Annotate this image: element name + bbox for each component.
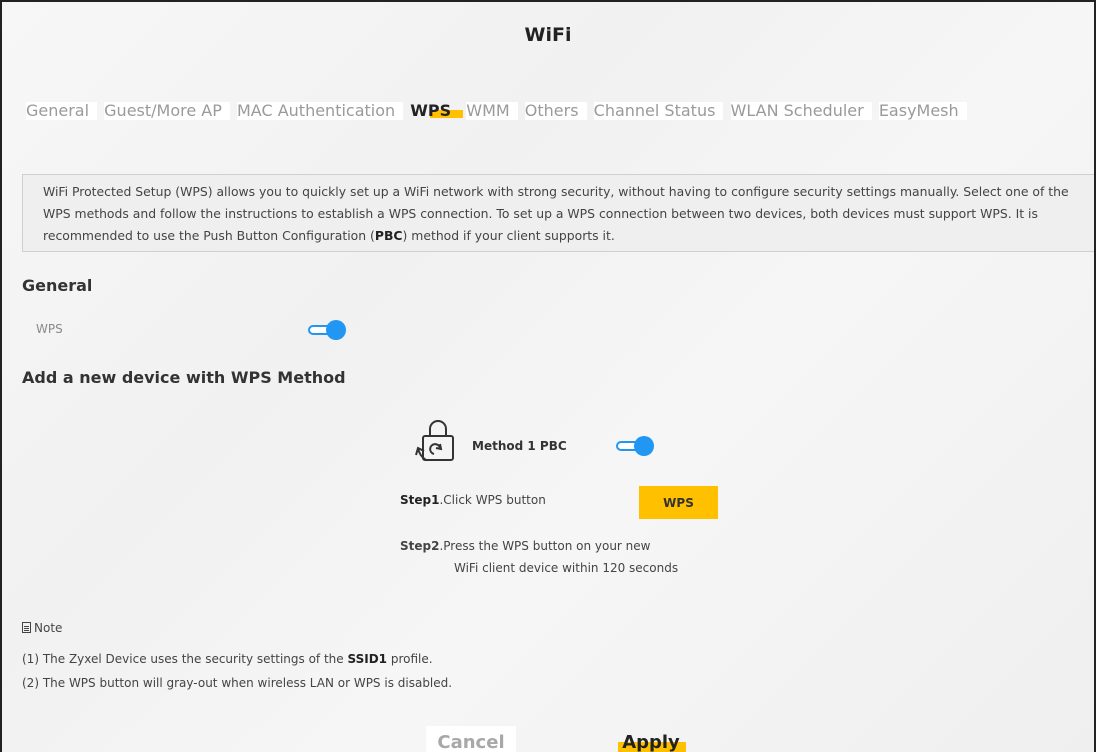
lock-icon	[415, 420, 454, 461]
note-heading-text: Note	[34, 621, 63, 635]
general-heading: General	[22, 276, 93, 295]
step1-instruction: Step1.Click WPS button	[400, 493, 546, 507]
step1-label: Step1	[400, 493, 440, 507]
tab-easymesh[interactable]: EasyMesh	[878, 98, 967, 124]
tab-general[interactable]: General	[26, 98, 98, 124]
apply-label: Apply	[622, 731, 680, 752]
method-pbc-toggle[interactable]	[616, 436, 654, 456]
step2-instruction: Step2.Press the WPS button on your new	[400, 539, 650, 553]
description-bold: PBC	[374, 228, 403, 243]
note-icon	[22, 622, 31, 633]
wps-button[interactable]: WPS	[639, 486, 718, 519]
tab-wmm[interactable]: WMM	[466, 98, 518, 124]
tab-wlan-scheduler[interactable]: WLAN Scheduler	[730, 98, 872, 124]
step2-text: .Press the WPS button on your new	[439, 539, 651, 553]
cancel-button[interactable]: Cancel	[426, 726, 516, 752]
description-text-end: ) method if your client supports it.	[402, 228, 615, 243]
wps-description: WiFi Protected Setup (WPS) allows you to…	[22, 174, 1094, 252]
tab-guest-more-ap[interactable]: Guest/More AP	[104, 98, 230, 124]
apply-button[interactable]: Apply	[612, 726, 690, 752]
wps-toggle[interactable]	[308, 320, 346, 340]
tab-wps[interactable]: WPS	[410, 98, 464, 124]
tab-mac-authentication[interactable]: MAC Authentication	[236, 98, 404, 124]
note-line-1: (1) The Zyxel Device uses the security s…	[22, 652, 433, 666]
tab-channel-status[interactable]: Channel Status	[593, 98, 724, 124]
wifi-wps-page: WiFi General Guest/More AP MAC Authentic…	[0, 0, 1096, 752]
step2-label: Step2	[400, 539, 440, 553]
wps-label: WPS	[36, 322, 63, 336]
step2-instruction-cont: WiFi client device within 120 seconds	[454, 561, 679, 575]
method-label: Method 1 PBC	[472, 439, 567, 453]
tab-bar: General Guest/More AP MAC Authentication…	[26, 98, 1066, 124]
tab-others[interactable]: Others	[524, 98, 587, 124]
add-device-heading: Add a new device with WPS Method	[22, 368, 346, 387]
page-title: WiFi	[524, 24, 572, 46]
note-line-2: (2) The WPS button will gray-out when wi…	[22, 676, 453, 690]
note-heading: Note	[22, 621, 62, 635]
step1-text: .Click WPS button	[439, 493, 546, 507]
